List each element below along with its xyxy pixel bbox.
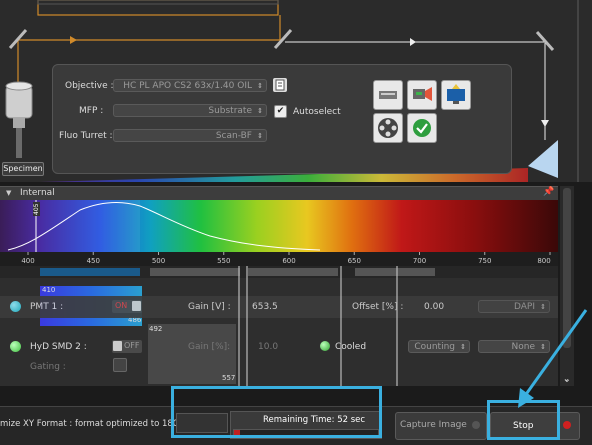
annotation-arrow [518, 309, 588, 408]
